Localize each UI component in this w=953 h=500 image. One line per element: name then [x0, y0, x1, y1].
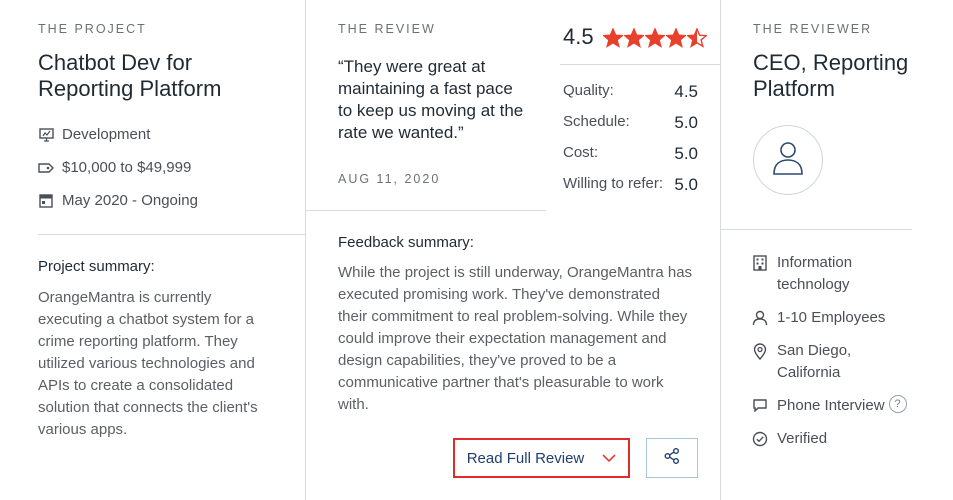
score-label: Quality:	[563, 82, 614, 99]
feedback-summary: While the project is still underway, Ora…	[338, 262, 713, 416]
score-schedule: Schedule: 5.0	[563, 113, 698, 144]
divider-project	[38, 234, 305, 235]
feedback-label: Feedback summary:	[338, 234, 474, 251]
score-cost: Cost: 5.0	[563, 144, 698, 175]
reviewer-industry: Information technology	[751, 252, 852, 296]
feedback-line: While the project is still underway, Ora…	[338, 264, 693, 281]
building-icon	[751, 255, 769, 296]
verified-text: Verified	[777, 430, 828, 447]
feedback-line: their commitment to real problem-solving…	[338, 308, 688, 325]
divider-right	[720, 0, 721, 500]
score-list: Quality: 4.5 Schedule: 5.0 Cost: 5.0 Wil…	[563, 82, 698, 206]
reviewer-kicker: THE REVIEWER	[753, 22, 873, 36]
project-budget: $10,000 to $49,999	[38, 159, 191, 176]
quote-line: rate we wanted.”	[338, 123, 464, 142]
feedback-line: executed promising work. They've demonst…	[338, 286, 660, 303]
user-icon	[771, 140, 805, 181]
project-summary: OrangeMantra is currently executing a ch…	[38, 287, 303, 441]
reviewer-interview: Phone Interview ?	[751, 395, 907, 417]
review-kicker: THE REVIEW	[338, 22, 436, 36]
score-label: Schedule:	[563, 113, 630, 130]
location-line: California	[777, 364, 841, 381]
overall-rating: 4.5	[563, 24, 594, 49]
project-timeline: May 2020 - Ongoing	[38, 192, 198, 209]
project-service-text: Development	[62, 126, 151, 143]
review-date: AUG 11, 2020	[338, 172, 441, 186]
reviewer-location: San Diego, California	[751, 340, 851, 384]
industry-line: Information	[777, 254, 853, 271]
quote-line: to keep us moving at the	[338, 101, 524, 120]
score-value: 4.5	[674, 82, 698, 101]
review-quote: “They were great at maintaining a fast p…	[338, 56, 548, 144]
price-tag-icon	[38, 160, 54, 176]
project-kicker: THE PROJECT	[38, 22, 147, 36]
score-label: Willing to refer:	[563, 175, 664, 192]
read-full-review-button[interactable]: Read Full Review	[453, 438, 630, 478]
project-budget-text: $10,000 to $49,999	[62, 159, 192, 176]
star-full-icon	[645, 28, 665, 48]
avatar	[753, 125, 823, 195]
reviewer-title: CEO, Reporting Platform	[753, 50, 908, 102]
project-timeline-text: May 2020 - Ongoing	[62, 192, 198, 209]
share-button[interactable]	[646, 438, 698, 478]
reviewer-verified: Verified	[751, 428, 827, 450]
star-rating	[603, 28, 707, 48]
quote-line: maintaining a fast pace	[338, 79, 513, 98]
person-icon	[751, 310, 769, 329]
chevron-down-icon	[602, 450, 616, 467]
score-quality: Quality: 4.5	[563, 82, 698, 113]
reviewer-title-line: Platform	[753, 76, 835, 101]
summary-line: utilized various technologies and	[38, 355, 255, 372]
score-value: 5.0	[674, 113, 698, 132]
feedback-line: communicative partner that's pleasurable…	[338, 374, 664, 391]
score-value: 5.0	[674, 175, 698, 194]
summary-line: crime reporting platform. They	[38, 333, 238, 350]
project-title-line: Chatbot Dev for	[38, 50, 193, 75]
score-value: 5.0	[674, 144, 698, 163]
interview-text: Phone Interview	[777, 397, 885, 414]
star-full-icon	[666, 28, 686, 48]
calendar-icon	[38, 193, 54, 209]
divider-reviewer	[721, 229, 912, 230]
project-service: Development	[38, 126, 150, 143]
divider-rating	[560, 64, 720, 65]
presentation-icon	[38, 127, 54, 143]
project-summary-label: Project summary:	[38, 258, 155, 275]
divider-review	[306, 210, 546, 211]
score-willing-to-refer: Willing to refer: 5.0	[563, 175, 698, 206]
employees-text: 1-10 Employees	[777, 309, 886, 326]
industry-line: technology	[777, 276, 850, 293]
summary-line: OrangeMantra is currently	[38, 289, 212, 306]
star-full-icon	[603, 28, 623, 48]
summary-line: APIs to create a consolidated	[38, 377, 234, 394]
score-label: Cost:	[563, 144, 599, 161]
location-line: San Diego,	[777, 342, 852, 359]
chat-bubble-icon	[751, 398, 769, 417]
quote-line: “They were great at	[338, 57, 486, 76]
summary-line: solution that connects the client's	[38, 399, 258, 416]
star-full-icon	[624, 28, 644, 48]
project-title-line: Reporting Platform	[38, 76, 222, 101]
feedback-line: design capabilities, they've proved to b…	[338, 352, 617, 369]
feedback-line: with.	[338, 396, 369, 413]
star-half-icon	[687, 28, 707, 48]
reviewer-employees: 1-10 Employees	[751, 307, 885, 329]
feedback-line: could improve their expectation manageme…	[338, 330, 667, 347]
location-pin-icon	[751, 343, 769, 384]
divider-left	[305, 0, 306, 500]
reviewer-title-line: CEO, Reporting	[753, 50, 909, 75]
read-full-review-label: Read Full Review	[466, 449, 585, 467]
summary-line: various apps.	[38, 421, 128, 438]
share-icon	[663, 447, 681, 470]
check-circle-icon	[751, 431, 769, 450]
summary-line: executing a chatbot system for a	[38, 311, 254, 328]
help-icon[interactable]: ?	[888, 395, 907, 413]
project-title: Chatbot Dev for Reporting Platform	[38, 50, 221, 102]
